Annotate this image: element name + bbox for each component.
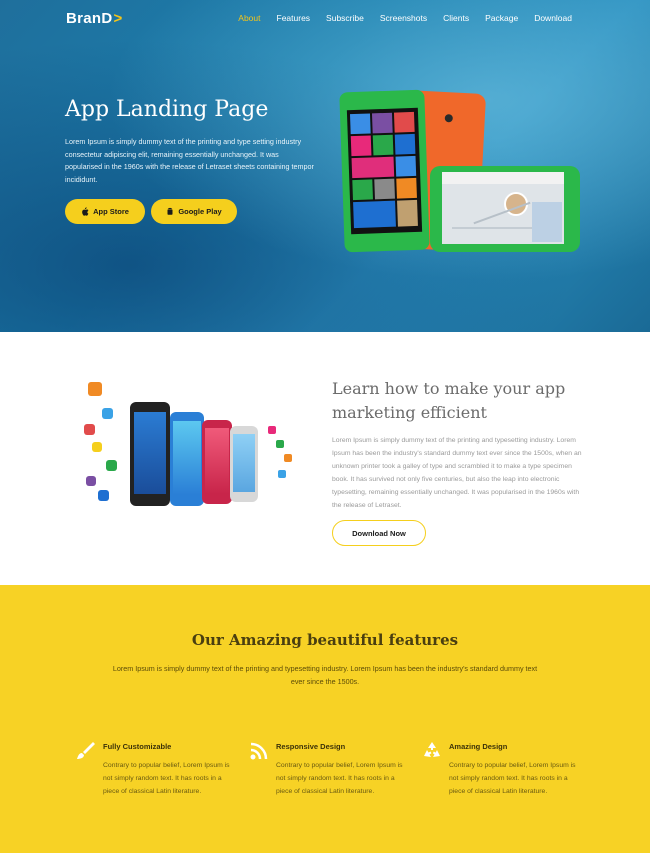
nav-menu: About Features Subscribe Screenshots Cli… [222,13,572,23]
nav-item-subscribe[interactable]: Subscribe [326,13,364,23]
feature-text: Contrary to popular belief, Lorem Ipsum … [449,762,576,795]
android-icon [167,207,173,215]
apple-icon [82,207,89,216]
feature-title: Amazing Design [449,742,508,751]
green-phone-image [339,89,430,253]
learn-title: Learn how to make your app marketing eff… [332,379,566,422]
features-subtitle: Lorem Ipsum is simply dummy text of the … [112,664,538,686]
hero-description: Lorem Ipsum is simply dummy text of the … [65,137,314,184]
feature-title: Responsive Design [276,742,346,751]
app-store-label: App Store [93,207,129,216]
features-section [0,585,650,853]
landscape-phone-image [430,166,580,252]
brush-icon [77,742,95,759]
brand-chevron-icon: > [113,10,123,27]
nav-item-features[interactable]: Features [277,13,311,23]
feature-text: Contrary to popular belief, Lorem Ipsum … [103,762,230,795]
feature-text: Contrary to popular belief, Lorem Ipsum … [276,762,403,795]
hero-title: App Landing Page [65,97,269,122]
feature-title: Fully Customizable [103,742,172,751]
nav-item-clients[interactable]: Clients [443,13,469,23]
brand-name: BranD [66,10,113,27]
google-play-button[interactable]: Google Play [151,199,237,224]
nav-item-package[interactable]: Package [485,13,518,23]
hero-section: BranD> About Features Subscribe Screensh… [0,0,650,332]
nav-item-about[interactable]: About [238,13,260,23]
features-title: Our Amazing beautiful features [191,631,459,649]
google-play-label: Google Play [178,207,222,216]
brand-logo[interactable]: BranD> [66,10,123,27]
app-store-button[interactable]: App Store [65,199,145,224]
recycle-icon [424,742,440,757]
top-navigation: BranD> About Features Subscribe Screensh… [0,0,650,38]
rss-icon [250,742,268,760]
download-now-button[interactable]: Download Now [332,520,426,546]
nav-item-screenshots[interactable]: Screenshots [380,13,427,23]
nav-item-download[interactable]: Download [534,13,572,23]
learn-description: Lorem Ipsum is simply dummy text of the … [332,437,582,509]
app-phones-illustration [78,378,298,518]
